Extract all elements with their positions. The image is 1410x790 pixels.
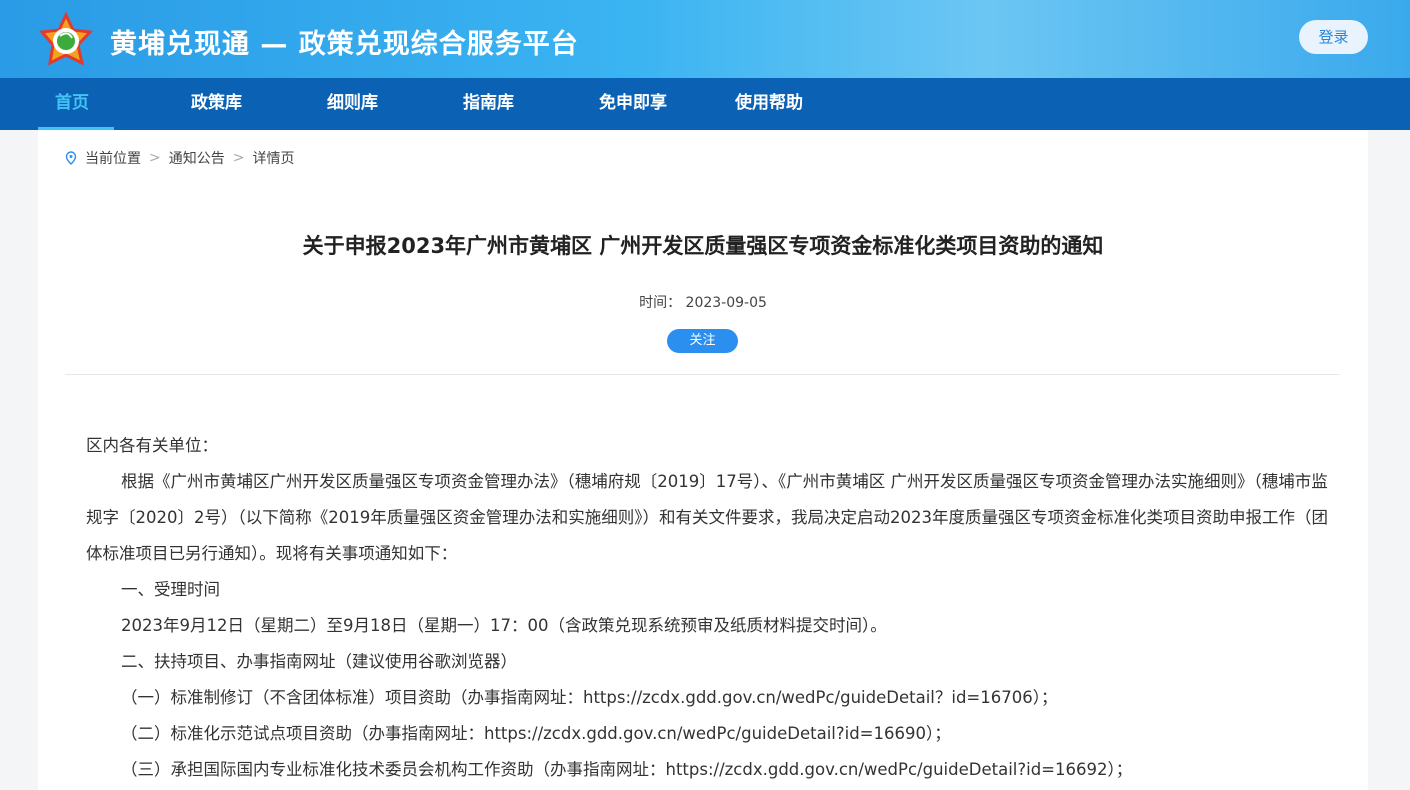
paragraph: 根据《广州市黄埔区广州开发区质量强区专项资金管理办法》（穗埔府规〔2019〕17… [86,472,1328,563]
main-nav: 首页 政策库 细则库 指南库 免申即享 使用帮助 [0,78,1410,130]
site-header: 黄埔兑现通 — 政策兑现综合服务平台 登录 [0,0,1410,78]
paragraph: 2023年9月12日（星期二）至9月18日（星期一）17：00（含政策兑现系统预… [121,616,887,635]
nav-guide-library[interactable]: 指南库 [446,78,582,130]
nav-rules-library[interactable]: 细则库 [310,78,446,130]
paragraph: 区内各有关单位： [86,436,218,455]
paragraph: （三）承担国际国内专业标准化技术委员会机构工作资助（办事指南网址：https:/… [121,760,1133,779]
breadcrumb: 当前位置 > 通知公告 > 详情页 [65,148,294,168]
breadcrumb-separator: > [232,150,245,166]
paragraph: （二）标准化示范试点项目资助（办事指南网址：https://zcdx.gdd.g… [121,724,951,743]
nav-policy-library[interactable]: 政策库 [174,78,310,130]
time-label: 时间： [639,295,682,311]
location-pin-icon [65,151,77,165]
divider [65,374,1340,375]
publish-time: 时间： 2023-09-05 [38,292,1368,312]
breadcrumb-detail: 详情页 [252,151,295,167]
follow-button[interactable]: 关注 [667,329,738,353]
nav-exempt-apply[interactable]: 免申即享 [582,78,718,130]
login-button[interactable]: 登录 [1299,20,1368,54]
platform-logo-icon [39,12,94,66]
nav-home[interactable]: 首页 [38,78,114,130]
breadcrumb-notices[interactable]: 通知公告 [169,148,225,168]
breadcrumb-current-location: 当前位置 [85,151,141,167]
paragraph: （一）标准制修订（不含团体标准）项目资助（办事指南网址：https://zcdx… [121,688,1058,707]
time-value: 2023-09-05 [685,295,767,311]
nav-help[interactable]: 使用帮助 [718,78,854,130]
breadcrumb-separator: > [149,150,161,166]
paragraph: 一、受理时间 [121,580,220,599]
site-title: 黄埔兑现通 — 政策兑现综合服务平台 [110,29,579,60]
paragraph: 二、扶持项目、办事指南网址（建议使用谷歌浏览器） [121,652,517,671]
article-title: 关于申报2023年广州市黄埔区 广州开发区质量强区专项资金标准化类项目资助的通知 [302,234,1104,258]
article-body: 区内各有关单位： 根据《广州市黄埔区广州开发区质量强区专项资金管理办法》（穗埔府… [86,428,1331,788]
article-container: 当前位置 > 通知公告 > 详情页 关于申报2023年广州市黄埔区 广州开发区质… [38,130,1368,790]
